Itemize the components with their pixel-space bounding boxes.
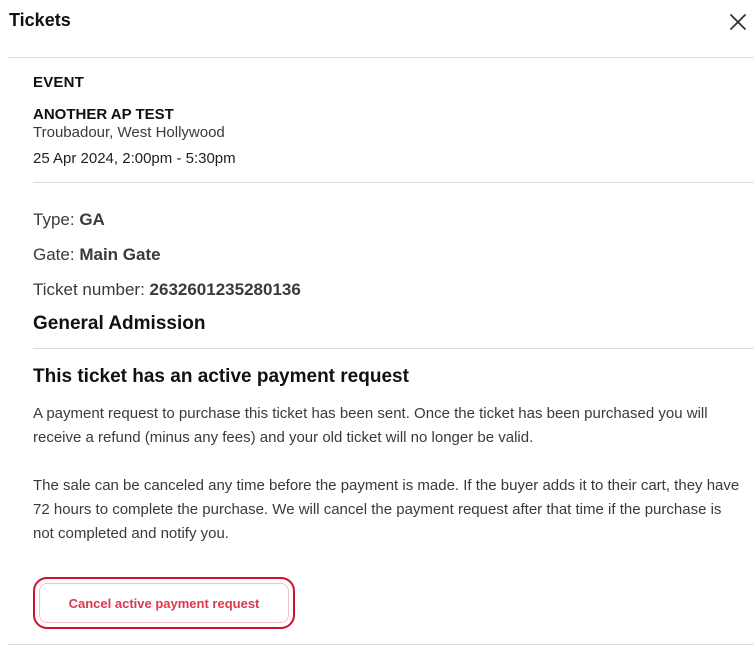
event-venue: Troubadour, West Hollywood bbox=[33, 124, 225, 141]
ticket-type-value: GA bbox=[79, 210, 105, 229]
ticket-gate-label: Gate: bbox=[33, 245, 75, 264]
dialog-header: Tickets bbox=[0, 0, 754, 44]
event-name: ANOTHER AP TEST bbox=[33, 106, 174, 123]
ticket-type: Type: GA bbox=[33, 210, 105, 230]
admission-type: General Admission bbox=[33, 313, 206, 334]
ticket-gate-value: Main Gate bbox=[79, 245, 161, 264]
cancel-payment-request-button[interactable]: Cancel active payment request bbox=[39, 583, 289, 623]
ticket-gate: Gate: Main Gate bbox=[33, 245, 161, 265]
event-section-label: EVENT bbox=[33, 74, 85, 91]
payment-request-cancel-info: The sale can be canceled any time before… bbox=[33, 477, 740, 542]
event-datetime: 25 Apr 2024, 2:00pm - 5:30pm bbox=[33, 150, 236, 167]
ticket-number: Ticket number: 2632601235280136 bbox=[33, 280, 301, 300]
ticket-type-label: Type: bbox=[33, 210, 75, 229]
cancel-button-highlight: Cancel active payment request bbox=[33, 577, 295, 629]
ticket-number-value: 2632601235280136 bbox=[149, 280, 301, 299]
dialog-title: Tickets bbox=[9, 10, 71, 30]
ticket-details-panel: EVENT ANOTHER AP TEST Troubadour, West H… bbox=[8, 57, 754, 645]
close-icon[interactable] bbox=[728, 12, 748, 32]
divider bbox=[33, 182, 754, 183]
payment-request-title: This ticket has an active payment reques… bbox=[33, 366, 409, 387]
divider bbox=[33, 348, 754, 349]
payment-request-info: A payment request to purchase this ticke… bbox=[33, 405, 708, 446]
ticket-number-label: Ticket number: bbox=[33, 280, 145, 299]
